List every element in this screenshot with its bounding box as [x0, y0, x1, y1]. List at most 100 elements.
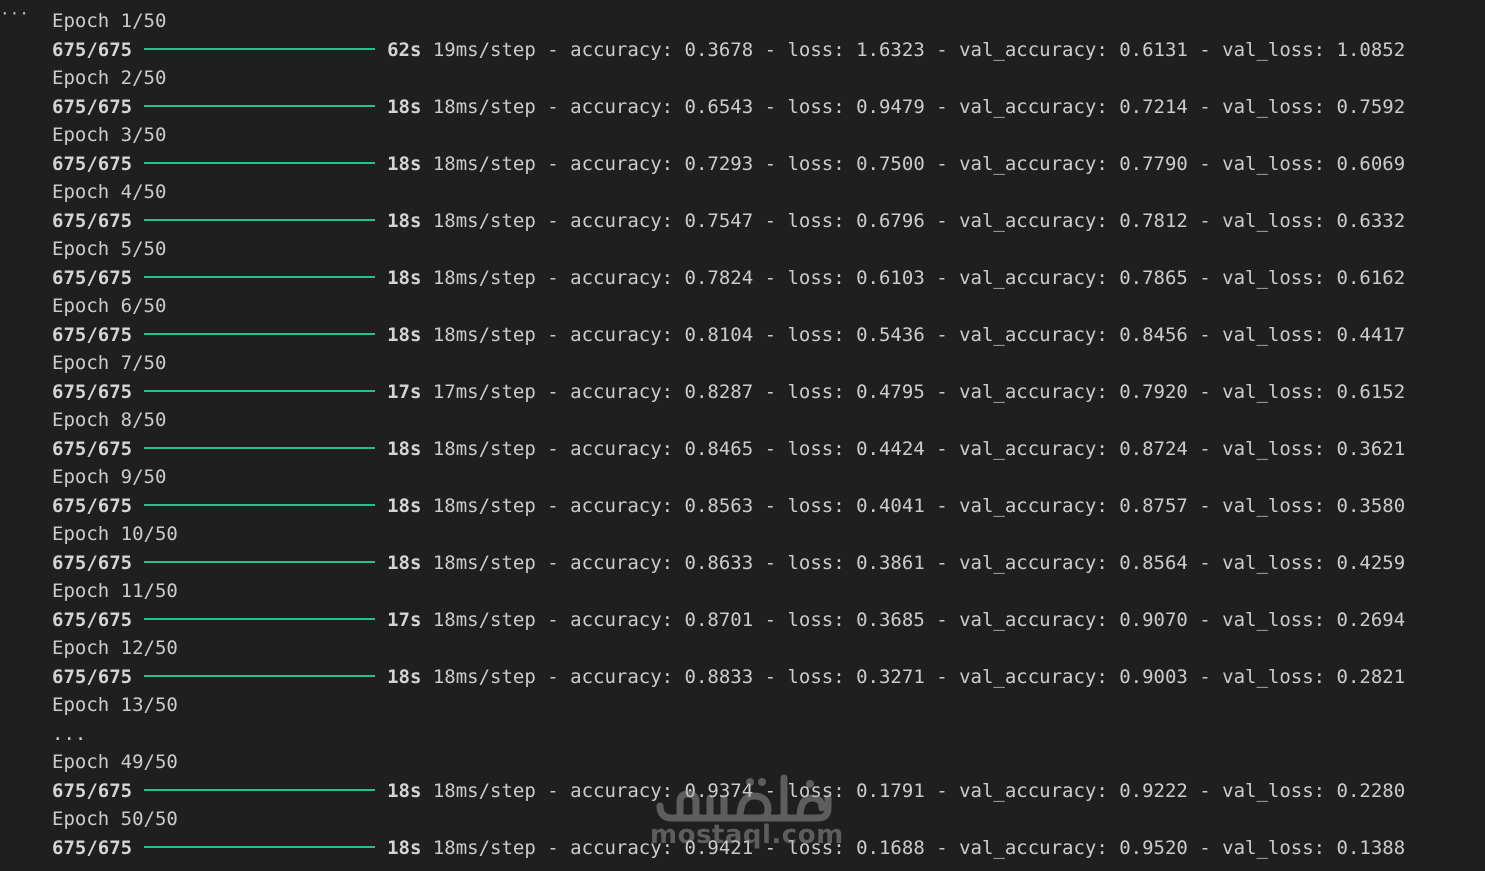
- epoch-metrics: - accuracy: 0.8633 - loss: 0.3861 - val_…: [547, 551, 1406, 574]
- step-progress: 675/675: [52, 437, 133, 460]
- epoch-metrics: - accuracy: 0.7293 - loss: 0.7500 - val_…: [547, 152, 1406, 175]
- epoch-metrics: - accuracy: 0.9374 - loss: 0.1791 - val_…: [547, 779, 1406, 802]
- epoch-time: 18s: [387, 551, 422, 574]
- step-progress: 675/675: [52, 779, 133, 802]
- epoch-step-line: 675/675 17s 18ms/step - accuracy: 0.8701 …: [52, 606, 1472, 635]
- epoch-metrics: - accuracy: 0.8287 - loss: 0.4795 - val_…: [547, 380, 1406, 403]
- progress-bar: [144, 333, 376, 335]
- epoch-time: 18s: [387, 95, 422, 118]
- epoch-time: 18s: [387, 209, 422, 232]
- step-progress: 675/675: [52, 266, 133, 289]
- epoch-header: ...: [52, 722, 87, 745]
- epoch-step-line: 675/675 62s 19ms/step - accuracy: 0.3678 …: [52, 36, 1472, 65]
- epoch-metrics: - accuracy: 0.7824 - loss: 0.6103 - val_…: [547, 266, 1406, 289]
- step-rate: 18ms/step: [432, 209, 536, 232]
- epoch-time: 18s: [387, 779, 422, 802]
- step-rate: 17ms/step: [432, 380, 536, 403]
- epoch-header: Epoch 7/50: [52, 352, 167, 374]
- progress-bar: [144, 162, 376, 164]
- step-progress: 675/675: [52, 551, 133, 574]
- epoch-time: 17s: [387, 608, 422, 631]
- epoch-step-line: 675/675 18s 18ms/step - accuracy: 0.8465 …: [52, 435, 1472, 464]
- progress-bar: [144, 675, 376, 677]
- progress-bar: [144, 618, 376, 620]
- step-progress: 675/675: [52, 38, 133, 61]
- step-progress: 675/675: [52, 494, 133, 517]
- step-progress: 675/675: [52, 152, 133, 175]
- epoch-header: Epoch 12/50: [52, 637, 178, 659]
- epoch-metrics: - accuracy: 0.8833 - loss: 0.3271 - val_…: [547, 665, 1406, 688]
- epoch-header: Epoch 10/50: [52, 523, 178, 545]
- epoch-time: 18s: [387, 494, 422, 517]
- epoch-step-line: 675/675 18s 18ms/step - accuracy: 0.7824 …: [52, 264, 1472, 293]
- step-rate: 18ms/step: [432, 152, 536, 175]
- step-rate: 18ms/step: [432, 437, 536, 460]
- step-rate: 18ms/step: [432, 494, 536, 517]
- epoch-header: Epoch 6/50: [52, 295, 167, 317]
- progress-bar: [144, 561, 376, 563]
- epoch-metrics: - accuracy: 0.3678 - loss: 1.6323 - val_…: [547, 38, 1406, 61]
- progress-bar: [144, 105, 376, 107]
- step-progress: 675/675: [52, 380, 133, 403]
- epoch-header: Epoch 2/50: [52, 67, 167, 89]
- cell-output-menu-icon[interactable]: ···: [0, 4, 29, 23]
- epoch-step-line: 675/675 18s 18ms/step - accuracy: 0.7547 …: [52, 207, 1472, 236]
- epoch-time: 18s: [387, 665, 422, 688]
- epoch-step-line: 675/675 18s 18ms/step - accuracy: 0.8633 …: [52, 549, 1472, 578]
- epoch-time: 18s: [387, 266, 422, 289]
- epoch-step-line: 675/675 18s 18ms/step - accuracy: 0.9374 …: [52, 777, 1472, 806]
- progress-bar: [144, 390, 376, 392]
- step-rate: 18ms/step: [432, 266, 536, 289]
- training-log-output: Epoch 1/50 675/675 62s 19ms/step - accurac…: [52, 7, 1472, 862]
- step-rate: 18ms/step: [432, 551, 536, 574]
- progress-bar: [144, 276, 376, 278]
- epoch-header: Epoch 3/50: [52, 124, 167, 146]
- epoch-header: Epoch 11/50: [52, 580, 178, 602]
- epoch-header: Epoch 49/50: [52, 751, 178, 773]
- epoch-header: Epoch 4/50: [52, 181, 167, 203]
- epoch-metrics: - accuracy: 0.8104 - loss: 0.5436 - val_…: [547, 323, 1406, 346]
- progress-bar: [144, 219, 376, 221]
- step-rate: 18ms/step: [432, 665, 536, 688]
- epoch-time: 18s: [387, 836, 422, 859]
- progress-bar: [144, 447, 376, 449]
- epoch-step-line: 675/675 18s 18ms/step - accuracy: 0.6543 …: [52, 93, 1472, 122]
- step-progress: 675/675: [52, 665, 133, 688]
- epoch-step-line: 675/675 18s 18ms/step - accuracy: 0.9421 …: [52, 834, 1472, 863]
- epoch-step-line: 675/675 17s 17ms/step - accuracy: 0.8287 …: [52, 378, 1472, 407]
- step-rate: 18ms/step: [432, 779, 536, 802]
- epoch-time: 18s: [387, 323, 422, 346]
- step-progress: 675/675: [52, 95, 133, 118]
- epoch-time: 62s: [387, 38, 422, 61]
- epoch-time: 18s: [387, 152, 422, 175]
- step-progress: 675/675: [52, 323, 133, 346]
- epoch-metrics: - accuracy: 0.8465 - loss: 0.4424 - val_…: [547, 437, 1406, 460]
- step-rate: 18ms/step: [432, 608, 536, 631]
- epoch-metrics: - accuracy: 0.8701 - loss: 0.3685 - val_…: [547, 608, 1406, 631]
- epoch-metrics: - accuracy: 0.6543 - loss: 0.9479 - val_…: [547, 95, 1406, 118]
- step-rate: 18ms/step: [432, 323, 536, 346]
- epoch-header: Epoch 13/50: [52, 694, 178, 716]
- step-progress: 675/675: [52, 209, 133, 232]
- epoch-step-line: 675/675 18s 18ms/step - accuracy: 0.8104 …: [52, 321, 1472, 350]
- epoch-header: Epoch 9/50: [52, 466, 167, 488]
- epoch-step-line: 675/675 18s 18ms/step - accuracy: 0.7293 …: [52, 150, 1472, 179]
- step-rate: 18ms/step: [432, 836, 536, 859]
- step-rate: 19ms/step: [432, 38, 536, 61]
- epoch-step-line: 675/675 18s 18ms/step - accuracy: 0.8833 …: [52, 663, 1472, 692]
- progress-bar: [144, 846, 376, 848]
- epoch-header: Epoch 50/50: [52, 808, 178, 830]
- epoch-time: 17s: [387, 380, 422, 403]
- step-rate: 18ms/step: [432, 95, 536, 118]
- progress-bar: [144, 789, 376, 791]
- step-progress: 675/675: [52, 608, 133, 631]
- epoch-step-line: 675/675 18s 18ms/step - accuracy: 0.8563 …: [52, 492, 1472, 521]
- epoch-metrics: - accuracy: 0.9421 - loss: 0.1688 - val_…: [547, 836, 1406, 859]
- epoch-header: Epoch 1/50: [52, 10, 167, 32]
- epoch-metrics: - accuracy: 0.8563 - loss: 0.4041 - val_…: [547, 494, 1406, 517]
- epoch-header: Epoch 5/50: [52, 238, 167, 260]
- progress-bar: [144, 48, 376, 50]
- epoch-metrics: - accuracy: 0.7547 - loss: 0.6796 - val_…: [547, 209, 1406, 232]
- step-progress: 675/675: [52, 836, 133, 859]
- progress-bar: [144, 504, 376, 506]
